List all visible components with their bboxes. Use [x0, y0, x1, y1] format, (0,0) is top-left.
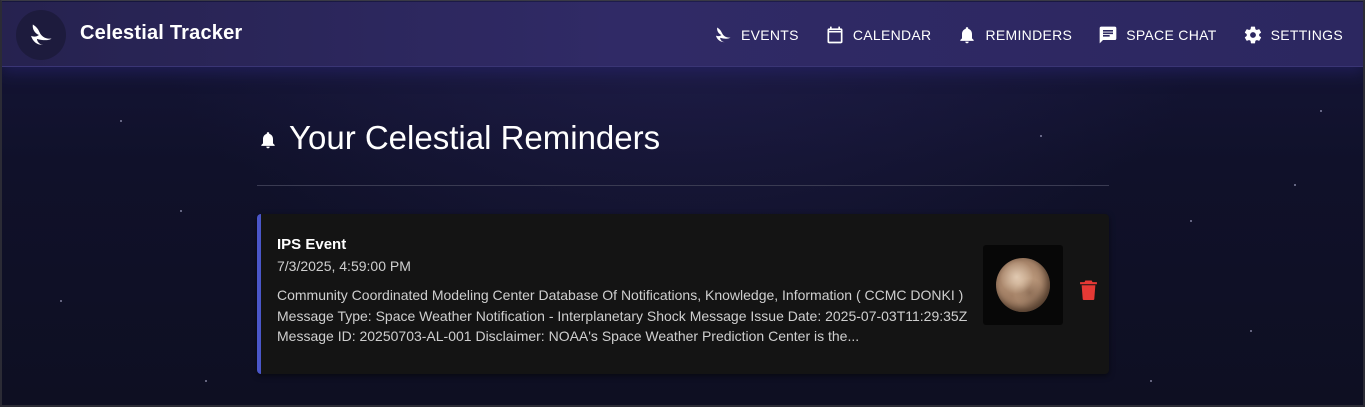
nav-settings[interactable]: SETTINGS — [1243, 25, 1343, 45]
chat-icon — [1098, 25, 1118, 45]
main-content: Your Celestial Reminders IPS Event 7/3/2… — [257, 110, 1109, 374]
nav-reminders[interactable]: REMINDERS — [957, 25, 1072, 45]
nav-calendar-label: CALENDAR — [852, 26, 932, 43]
reminder-thumbnail[interactable] — [983, 245, 1063, 325]
moon-icon — [713, 25, 733, 45]
bell-icon — [257, 128, 279, 152]
trash-icon — [1079, 280, 1097, 300]
reminder-card[interactable]: IPS Event 7/3/2025, 4:59:00 PM Community… — [257, 214, 1109, 374]
planet-image — [996, 258, 1050, 312]
nav-space-chat-label: SPACE CHAT — [1126, 26, 1217, 43]
page-title: Your Celestial Reminders — [289, 119, 661, 156]
nav-calendar[interactable]: CALENDAR — [825, 25, 932, 45]
app-title[interactable]: Celestial Tracker — [80, 22, 242, 45]
main-nav: EVENTS CALENDAR REMINDERS SPACE CHAT SET… — [687, 2, 1343, 67]
page-heading: Your Celestial Reminders — [257, 110, 1109, 166]
moon-logo-icon — [31, 24, 52, 45]
nav-settings-label: SETTINGS — [1270, 26, 1343, 43]
nav-space-chat[interactable]: SPACE CHAT — [1098, 25, 1216, 45]
calendar-icon — [825, 25, 845, 45]
heading-divider — [257, 185, 1109, 186]
reminder-title: IPS Event — [277, 236, 347, 253]
gear-icon — [1243, 25, 1263, 45]
reminder-description: Community Coordinated Modeling Center Da… — [277, 287, 968, 344]
delete-reminder-button[interactable] — [1077, 278, 1099, 302]
reminder-date: 7/3/2025, 4:59:00 PM — [277, 258, 411, 274]
bell-icon — [957, 25, 977, 45]
nav-reminders-label: REMINDERS — [985, 26, 1073, 43]
app-bar: Celestial Tracker EVENTS CALENDAR REMIND… — [2, 2, 1363, 67]
app-logo[interactable] — [16, 10, 66, 60]
nav-events-label: EVENTS — [740, 26, 799, 43]
nav-events[interactable]: EVENTS — [713, 25, 799, 45]
